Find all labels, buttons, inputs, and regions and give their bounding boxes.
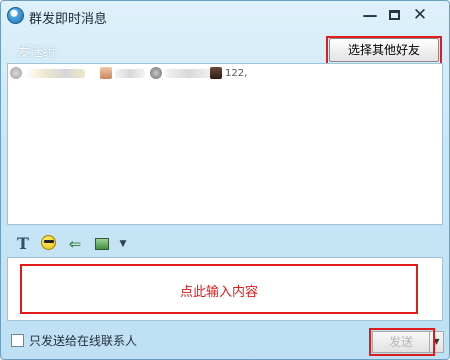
message-toolbar: T ⇐ ▼ (7, 233, 443, 255)
group-message-window: 群发即时消息 — ✕ 发送给: 选择其他好友 122, T ⇐ ▼ 点此输入内容… (0, 0, 450, 360)
maximize-button[interactable] (385, 6, 403, 24)
close-button[interactable]: ✕ (411, 6, 429, 24)
input-hint-text: 点此输入内容 (179, 285, 258, 300)
message-input-area[interactable]: 点此输入内容 (7, 257, 443, 321)
select-other-friends-button[interactable]: 选择其他好友 (329, 38, 439, 62)
send-to-label: 发送给: (17, 45, 61, 60)
recipients-list[interactable]: 122, (7, 63, 443, 225)
recipient-chip[interactable] (100, 66, 145, 80)
recipient-name: 122, (225, 67, 248, 79)
annotation-highlight-input: 点此输入内容 (20, 264, 418, 314)
smiley-face-icon (40, 235, 56, 250)
maximize-icon (388, 10, 400, 20)
avatar (10, 67, 22, 79)
avatar (150, 67, 162, 79)
window-shake-icon[interactable]: ⇐ (65, 235, 85, 253)
title-bar[interactable]: 群发即时消息 — ✕ (1, 1, 449, 31)
recipient-chip[interactable] (150, 66, 213, 80)
send-button[interactable]: 发送 (372, 331, 430, 353)
recipient-chip[interactable]: 122, (210, 66, 247, 80)
send-options-chevron-icon[interactable]: ▼ (430, 331, 444, 353)
recipient-name (25, 68, 85, 78)
emoji-icon[interactable] (39, 235, 57, 253)
more-options-chevron-icon[interactable]: ▼ (117, 235, 129, 253)
minimize-button[interactable]: — (361, 6, 379, 24)
screenshot-icon[interactable] (93, 235, 111, 253)
recipient-chip[interactable] (10, 66, 85, 80)
avatar (100, 67, 112, 79)
recipient-name (165, 68, 213, 78)
recipient-name (115, 68, 145, 78)
online-only-label[interactable]: 只发送给在线联系人 (29, 332, 137, 349)
online-only-checkbox[interactable] (11, 334, 24, 347)
picture-icon (95, 238, 109, 250)
window-title: 群发即时消息 (29, 12, 108, 27)
app-logo-icon (7, 7, 24, 24)
avatar (210, 67, 222, 79)
font-icon[interactable]: T (15, 235, 31, 253)
